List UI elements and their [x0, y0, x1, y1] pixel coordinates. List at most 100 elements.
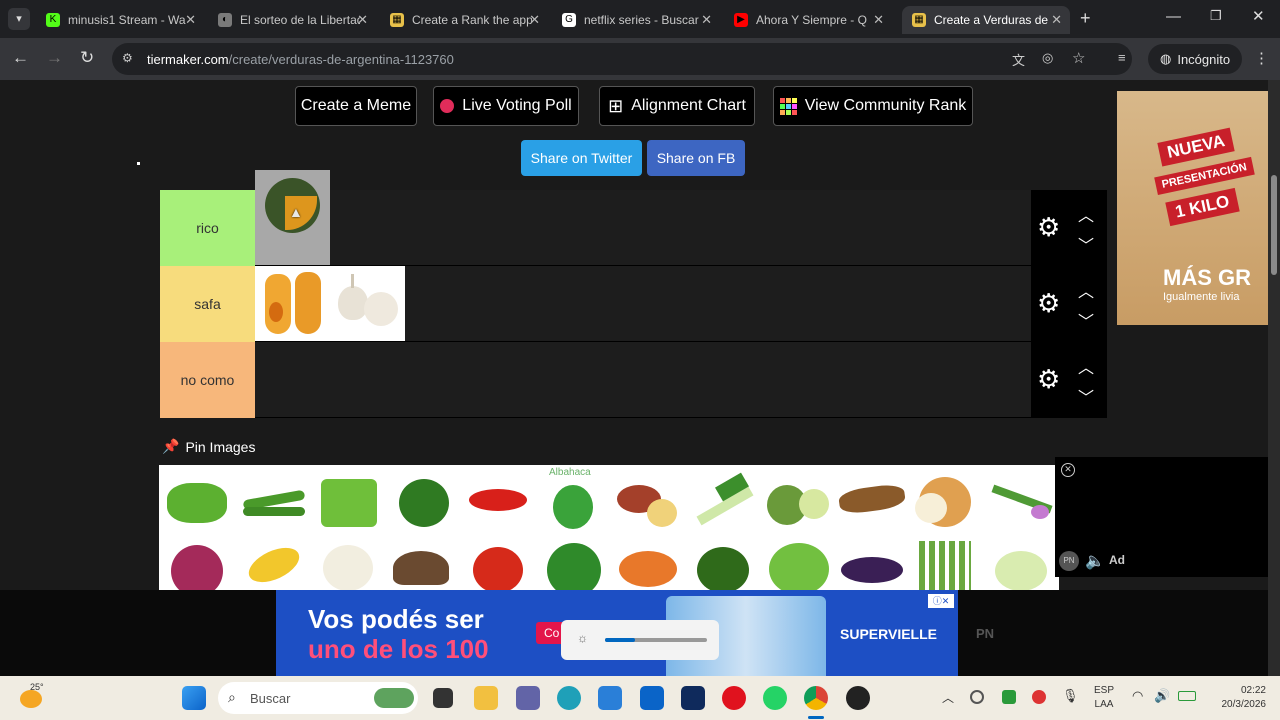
tier-label[interactable]: rico: [160, 190, 255, 266]
ad-info-icon[interactable]: ⓘ✕: [928, 594, 954, 608]
wifi-icon[interactable]: ◠: [1132, 688, 1143, 704]
tier-move-down-icon[interactable]: ﹀: [1078, 232, 1094, 256]
tab-close-icon[interactable]: ✕: [701, 12, 712, 28]
tier-move-down-icon[interactable]: ﹀: [1078, 384, 1094, 408]
share-fb-button[interactable]: Share on FB: [647, 140, 745, 176]
close-window-button[interactable]: ✕: [1252, 7, 1265, 25]
tier-move-up-icon[interactable]: ︿: [1078, 202, 1094, 226]
tab-close-icon[interactable]: ✕: [357, 12, 368, 28]
chrome-menu-icon[interactable]: ⋮: [1254, 49, 1269, 67]
spring-onion-image[interactable]: [985, 471, 1059, 533]
tier-settings-gear-icon[interactable]: ⚙: [1037, 364, 1060, 395]
cauliflower-image[interactable]: [311, 537, 385, 595]
side-advertisement[interactable]: NUEVA PRESENTACIÓN 1 KILO MÁS GR Igualme…: [1117, 91, 1268, 325]
tab-search-icon[interactable]: ≡: [1118, 50, 1126, 65]
weather-widget[interactable]: 25°: [18, 682, 58, 714]
maximize-button[interactable]: ❐: [1210, 8, 1222, 24]
browser-tab[interactable]: ▦ Create a Rank the app ✕: [380, 6, 548, 34]
tray-overflow-icon[interactable]: ︿: [942, 689, 954, 706]
site-info-icon[interactable]: ⚙: [122, 51, 133, 65]
back-button[interactable]: ←: [12, 48, 29, 68]
dragging-pumpkin-tile[interactable]: ▲: [255, 170, 330, 265]
corn-image[interactable]: [237, 537, 311, 595]
red-onion-image[interactable]: [161, 537, 235, 595]
zucchini-image[interactable]: [761, 471, 835, 533]
forward-button[interactable]: →: [46, 48, 63, 68]
tray-icon-1[interactable]: [970, 690, 984, 704]
view-community-rank-button[interactable]: View Community Rank: [773, 86, 973, 126]
battery-icon[interactable]: [1178, 691, 1196, 701]
browser-tab[interactable]: ▦ Create a Verduras de ✕: [902, 6, 1070, 34]
mushroom-image[interactable]: [385, 537, 459, 595]
peas-image[interactable]: [161, 471, 235, 533]
cherry-tomatoes-image[interactable]: [461, 537, 535, 595]
mute-speaker-icon[interactable]: 🔈: [1085, 551, 1105, 571]
minimize-button[interactable]: —: [1166, 8, 1181, 25]
video-advertisement[interactable]: ✕ PN 🔈 Ad: [1055, 457, 1268, 577]
page-scrollbar[interactable]: [1268, 80, 1280, 676]
teams-icon[interactable]: [516, 686, 540, 710]
taskbar-search-input[interactable]: ⌕ Buscar: [218, 682, 418, 714]
tab-close-icon[interactable]: ✕: [1051, 12, 1062, 28]
edge-icon[interactable]: [557, 686, 581, 710]
windows-start-icon[interactable]: [182, 686, 206, 710]
translate-icon[interactable]: 文: [1012, 50, 1025, 69]
garlic-tile[interactable]: [330, 266, 405, 341]
tier-move-up-icon[interactable]: ︿: [1078, 278, 1094, 302]
bookmark-star-icon[interactable]: ☆: [1072, 49, 1085, 67]
tier-label[interactable]: safa: [160, 266, 255, 342]
spinach-image[interactable]: [537, 537, 611, 595]
tab-list-dropdown[interactable]: ▾: [8, 8, 30, 30]
live-voting-poll-button[interactable]: Live Voting Poll: [433, 86, 579, 126]
brightness-slider[interactable]: [605, 638, 707, 642]
create-meme-button[interactable]: Create a Meme: [295, 86, 417, 126]
tab-close-icon[interactable]: ✕: [185, 12, 196, 28]
chard-image[interactable]: [385, 471, 459, 533]
tier-move-up-icon[interactable]: ︿: [1078, 354, 1094, 378]
celery-image[interactable]: [311, 471, 385, 533]
file-explorer-icon[interactable]: [474, 686, 498, 710]
share-twitter-button[interactable]: Share on Twitter: [521, 140, 642, 176]
scrollbar-thumb[interactable]: [1271, 175, 1277, 275]
store-icon[interactable]: [598, 686, 622, 710]
disney-plus-icon[interactable]: [681, 686, 705, 710]
chrome-icon[interactable]: [804, 686, 828, 710]
url-field[interactable]: ⚙ tiermaker.com/create/verduras-de-argen…: [112, 43, 1132, 75]
pin-images-toggle[interactable]: 📌 Pin Images: [162, 438, 255, 455]
tier-label[interactable]: no como: [160, 342, 255, 418]
browser-tab[interactable]: ◐ El sorteo de la Libertad ✕: [208, 6, 376, 34]
tracking-off-icon[interactable]: ◎: [1042, 50, 1053, 66]
leek-image[interactable]: [687, 471, 761, 533]
asparagus-image[interactable]: [909, 537, 983, 595]
close-ad-icon[interactable]: ✕: [1061, 463, 1075, 477]
tab-close-icon[interactable]: ✕: [529, 12, 540, 28]
obs-icon[interactable]: [846, 686, 870, 710]
eggplant-image[interactable]: [835, 537, 909, 595]
tray-icon-3[interactable]: [1032, 690, 1046, 704]
tray-icon-2[interactable]: [1002, 690, 1016, 704]
lettuce-image[interactable]: [761, 537, 835, 595]
language-indicator[interactable]: ESP LAA: [1094, 684, 1114, 712]
incognito-badge[interactable]: ◍ Incógnito: [1148, 44, 1243, 74]
clock[interactable]: 02:22 20/3/2026: [1206, 684, 1267, 712]
task-view-icon[interactable]: [433, 688, 453, 708]
brightness-flyout[interactable]: ☼: [561, 620, 719, 660]
browser-tab[interactable]: Kminusis1 Stream - Wa ✕: [36, 6, 204, 34]
red-pepper-image[interactable]: [461, 471, 535, 533]
sweet-potato-orange-image[interactable]: [611, 537, 685, 595]
opera-icon[interactable]: [722, 686, 746, 710]
fennel-image[interactable]: [985, 537, 1059, 595]
basil-image[interactable]: [537, 475, 611, 537]
reload-button[interactable]: ↻: [80, 48, 94, 68]
whatsapp-icon[interactable]: [763, 686, 787, 710]
sweet-potato-image[interactable]: [611, 471, 685, 533]
tier-settings-gear-icon[interactable]: ⚙: [1037, 288, 1060, 319]
onion-image[interactable]: [909, 469, 983, 531]
tier-move-down-icon[interactable]: ﹀: [1078, 308, 1094, 332]
avocado-image[interactable]: [687, 537, 761, 595]
green-beans-image[interactable]: [237, 471, 311, 533]
butternut-squash-tile[interactable]: [255, 266, 330, 341]
new-tab-button[interactable]: +: [1080, 8, 1091, 29]
browser-tab[interactable]: ▶ Ahora Y Siempre - Q ✕: [724, 6, 892, 34]
microphone-icon[interactable]: 🎙: [1062, 688, 1079, 704]
